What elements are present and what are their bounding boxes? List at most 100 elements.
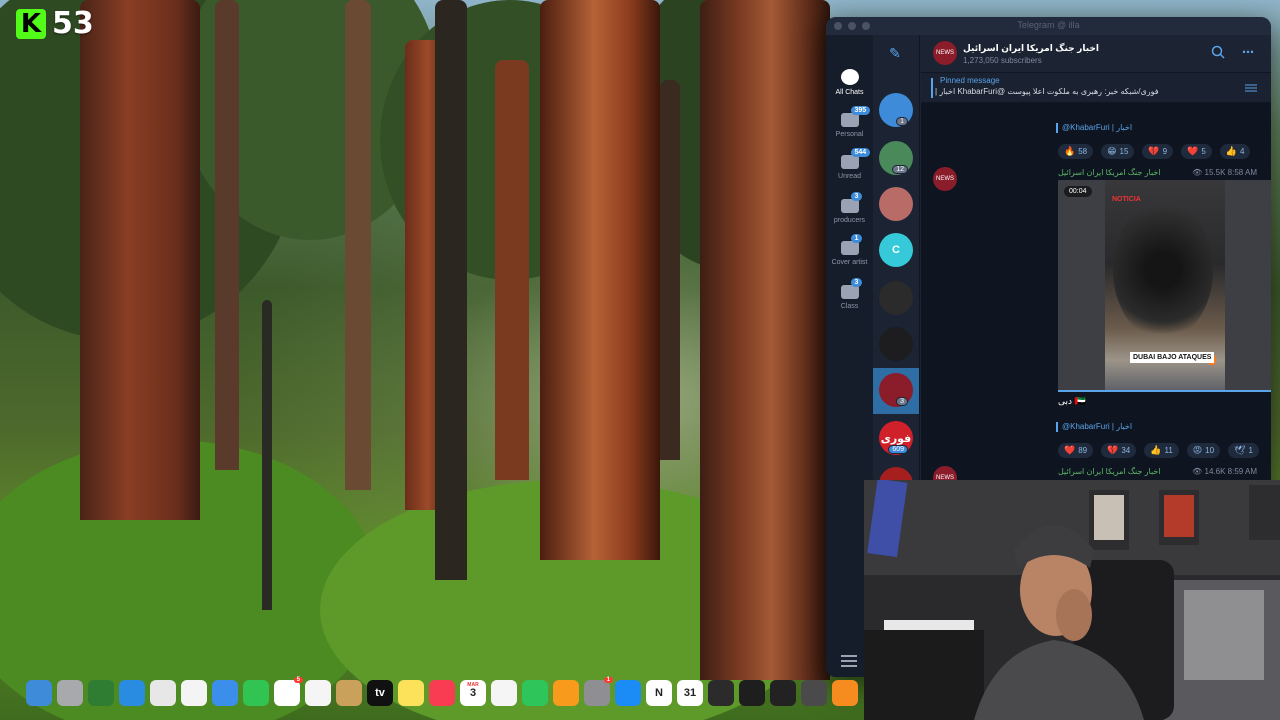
folder-cover-artist[interactable]: 1 Cover artist [826,234,873,266]
reaction-chip[interactable]: 😡 10 [1186,443,1221,458]
more-options-icon[interactable]: ⋯ [1242,45,1255,59]
chat-item-money-chat[interactable]: 12 [879,141,913,175]
dock-launchpad-icon[interactable] [57,680,83,706]
pinned-text: | اخبار KhabarFuri@ فوری/شبکه خبر: رهبری… [935,87,1159,96]
folder-producers[interactable]: 3 producers [826,192,873,224]
dock-app-store-icon[interactable] [615,680,641,706]
folder-badge: 544 [850,148,871,157]
video-smoke [1113,200,1213,340]
source-link[interactable]: @KhabarFuri | اخبار [1056,422,1132,432]
dock-news-icon[interactable] [491,680,517,706]
reaction-chip[interactable]: 🕊 1 [1228,443,1259,458]
dock-app-hex-icon[interactable] [770,680,796,706]
dock-icon-label: 3 [469,687,477,699]
reaction-chip[interactable]: ❤️ 5 [1181,144,1212,159]
pin-list-icon[interactable] [1245,82,1257,94]
message-time: 8:58 AM [1227,168,1257,177]
reaction-count: 10 [1205,446,1215,455]
reaction-emoji: 😡 [1192,445,1203,455]
reaction-chip[interactable]: 🔥 58 [1058,144,1094,159]
message-author[interactable]: اخبار جنگ امریکا ایران اسرائیل [1058,168,1161,177]
dock-notes-icon[interactable] [398,680,424,706]
dock-mail-icon[interactable] [212,680,238,706]
dock-reminders-icon[interactable]: 5 [274,677,303,706]
compose-icon[interactable]: ✎ [889,45,901,62]
dock-icon-label: 31 [683,687,697,699]
source-link[interactable]: @KhabarFuri | اخبار [1056,123,1132,133]
calendar-month: MAR [467,682,479,688]
dock-facetime-icon[interactable] [243,680,269,706]
folder-unread[interactable]: 544 Unread [826,148,873,180]
chat-item-saved-chat[interactable]: 1 [879,93,913,127]
dock-chrome-icon[interactable] [150,680,176,706]
channel-title[interactable]: اخبار جنگ امریکا ایران اسرائیل [963,43,1099,54]
reaction-chip[interactable]: 👍 4 [1219,144,1251,159]
dock-numbers-icon[interactable] [522,680,548,706]
message-meta: 👁 15.5K 8:58 AM [1192,168,1257,177]
dock-freeform-icon[interactable] [305,680,331,706]
reaction-chip[interactable]: ❤️ 89 [1058,443,1094,458]
source-link-text[interactable]: @KhabarFuri | اخبار [1062,422,1132,431]
reaction-count: 34 [1121,446,1131,455]
chat-item-fouri-chat[interactable]: فوری 609 [879,421,913,455]
reaction-chip[interactable]: 💔 34 [1101,443,1137,458]
dock-music-icon[interactable] [429,680,455,706]
folder-personal[interactable]: 395 Personal [826,106,873,138]
video-progress-bar[interactable] [1058,390,1271,392]
unread-badge: 1 [896,117,908,126]
reaction-count: 11 [1164,446,1173,455]
window-title: Telegram @ illa [1017,20,1080,30]
dock-fl-studio-icon[interactable] [832,680,858,706]
window-titlebar[interactable]: Telegram @ illa [826,17,1271,35]
message-author[interactable]: اخبار جنگ امریکا ایران اسرائیل [1058,467,1161,476]
dock-finder-icon[interactable] [26,680,52,706]
pinned-label: Pinned message [940,76,1000,85]
sliders-icon[interactable] [841,655,857,667]
dock-calendar-31-icon[interactable]: 31 [677,680,703,706]
folder-icon: 395 [840,106,871,127]
dock-app-ring-icon[interactable] [801,680,827,706]
message-avatar[interactable]: NEWS [933,167,957,191]
dock-app-dark-2-icon[interactable] [739,680,765,706]
folder-class[interactable]: 3 Class [826,278,873,310]
dock-settings-icon[interactable]: 1 [584,677,613,706]
dock-finder-alt-icon[interactable] [336,680,362,706]
channel-avatar[interactable]: NEWS [933,41,957,65]
chat-item-avatar-chat[interactable] [879,281,913,315]
chat-header[interactable]: NEWS اخبار جنگ امریکا ایران اسرائیل 1,27… [921,35,1271,73]
dock-pages-icon[interactable] [553,680,579,706]
reaction-emoji: ❤️ [1187,146,1199,156]
reactions-row: ❤️ 89 💔 34 👍 11 😡 10 🕊 1 [1058,443,1259,458]
reactions-row: 🔥 58 😁 15 💔 9 ❤️ 5 👍 4 [1058,144,1251,159]
dock-safari-icon[interactable] [119,680,145,706]
dock-app-green-icon[interactable] [88,680,114,706]
dock-app-dark-1-icon[interactable] [708,680,734,706]
chat-item-dark-chat[interactable] [879,327,913,361]
chat-item-person-chat[interactable] [879,187,913,221]
view-count: 15.5K [1204,168,1226,177]
folder-badge: 3 [850,278,863,287]
reaction-chip[interactable]: 😁 15 [1101,144,1135,159]
folder-icon: 3 [840,192,863,213]
dock-photos-icon[interactable] [181,680,207,706]
search-icon[interactable] [1211,45,1225,59]
message-time: 8:59 AM [1227,467,1257,476]
video-logo: NOTICIA [1112,196,1141,203]
folder-label: Class [840,303,859,310]
video-message[interactable]: 00:04 NOTICIA DUBAI BAJO ATAQUES [1058,180,1271,392]
chat-item-news-chat[interactable]: 3 [879,373,913,407]
reaction-count: 15 [1119,147,1129,156]
dock-calendar-icon[interactable]: MAR 3 [460,680,486,706]
reaction-count: 4 [1239,147,1245,156]
pinned-message-bar[interactable]: Pinned message | اخبار KhabarFuri@ فوری/… [921,73,1271,103]
reaction-emoji: 🕊 [1234,445,1246,455]
folder-all-chats[interactable]: All Chats [826,69,873,96]
reaction-chip[interactable]: 💔 9 [1142,144,1174,159]
source-link-text[interactable]: @KhabarFuri | اخبار [1062,123,1132,132]
kick-logo-icon: K [16,8,46,39]
eye-icon: 👁 [1192,467,1203,476]
dock-apple-tv-icon[interactable]: tv [367,680,393,706]
dock-notion-icon[interactable]: N [646,680,672,706]
chat-item-c-chat[interactable]: C [879,233,913,267]
reaction-chip[interactable]: 👍 11 [1144,443,1179,458]
